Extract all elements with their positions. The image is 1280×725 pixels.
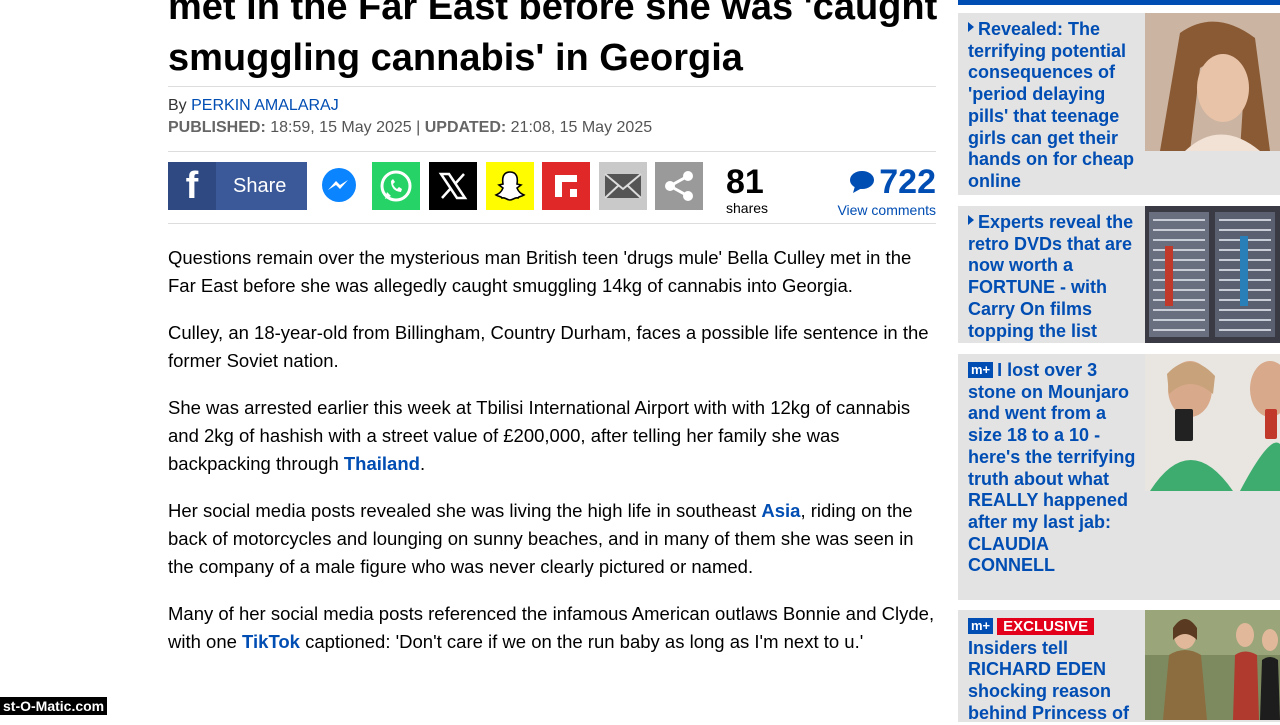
published-value: 18:59, 15 May 2025	[270, 119, 412, 136]
comments-link[interactable]: 722 View comments	[828, 162, 936, 218]
sidebar-item[interactable]: Experts reveal the retro DVDs that are n…	[958, 206, 1280, 343]
comments-count-number: 722	[879, 163, 936, 201]
mail-plus-badge: m+	[968, 618, 994, 634]
asia-link[interactable]: Asia	[761, 500, 800, 521]
paragraph: Many of her social media posts reference…	[168, 600, 938, 656]
byline: By PERKIN AMALARAJ	[168, 97, 339, 115]
sidebar-item-text: Insiders tell RICHARD EDEN shocking reas…	[968, 637, 1130, 723]
paragraph-text: She was arrested earlier this week at Tb…	[168, 397, 911, 474]
sidebar-item-title[interactable]: Experts reveal the retro DVDs that are n…	[968, 212, 1140, 342]
share-count-number: 81	[726, 163, 764, 201]
arrow-icon	[968, 215, 974, 225]
sidebar-item-title[interactable]: m+ I lost over 3 stone on Mounjaro and we…	[968, 360, 1140, 577]
thailand-link[interactable]: Thailand	[344, 453, 420, 474]
author-link[interactable]: PERKIN AMALARAJ	[191, 97, 339, 114]
exclusive-badge: EXCLUSIVE	[997, 618, 1095, 635]
email-icon	[604, 173, 642, 199]
paragraph: Culley, an 18-year-old from Billingham, …	[168, 322, 929, 371]
published-label: PUBLISHED:	[168, 119, 266, 136]
divider	[168, 223, 936, 224]
sidebar-item[interactable]: Revealed: The terrifying potential conse…	[958, 13, 1280, 195]
article-dates: PUBLISHED: 18:59, 15 May 2025 | UPDATED:…	[168, 119, 652, 137]
email-share-button[interactable]	[599, 162, 647, 210]
tiktok-link[interactable]: TikTok	[242, 631, 300, 652]
whatsapp-icon	[380, 170, 412, 202]
sidebar-item-text: Experts reveal the retro DVDs that are n…	[968, 212, 1134, 341]
mail-plus-badge: m+	[968, 362, 994, 378]
paragraph-text: Her social media posts revealed she was …	[168, 500, 762, 521]
sidebar-item[interactable]: m+ I lost over 3 stone on Mounjaro and we…	[958, 354, 1280, 600]
divider	[168, 86, 936, 87]
watermark: st-O-Matic.com	[0, 697, 108, 715]
snapchat-icon	[494, 171, 526, 201]
whatsapp-share-button[interactable]	[372, 162, 420, 210]
share-count-label: shares	[726, 200, 769, 216]
paragraph: She was arrested earlier this week at Tb…	[168, 394, 938, 478]
teen-girl-thumbnail	[1145, 13, 1280, 151]
sidebar-item[interactable]: m+ EXCLUSIVE Insiders tell RICHARD EDEN sh…	[958, 610, 1280, 725]
x-icon	[438, 172, 468, 200]
dvd-stack-thumbnail	[1145, 206, 1280, 343]
sidebar-item-title[interactable]: m+ EXCLUSIVE Insiders tell RICHARD EDEN sh…	[968, 616, 1140, 725]
snapchat-share-button[interactable]	[486, 162, 534, 210]
share-count: 81 shares	[726, 164, 768, 216]
arrow-icon	[968, 22, 974, 32]
messenger-icon	[322, 168, 356, 202]
flipboard-icon	[555, 175, 577, 197]
view-comments-link[interactable]: View comments	[828, 202, 936, 218]
facebook-share-button[interactable]: f Share	[168, 162, 307, 210]
x-share-button[interactable]	[429, 162, 477, 210]
more-share-button[interactable]	[655, 162, 703, 210]
paragraph-text: .	[419, 453, 426, 474]
messenger-share-button[interactable]	[315, 162, 363, 210]
updated-label: UPDATED:	[424, 119, 507, 136]
facebook-share-label: Share	[233, 174, 287, 197]
paragraph: Questions remain over the mysterious man…	[168, 247, 912, 296]
related-articles-sidebar: Revealed: The terrifying potential conse…	[958, 0, 1280, 725]
date-divider: |	[416, 119, 421, 136]
sidebar-top-bar	[958, 0, 1280, 5]
sidebar-item-text: Revealed: The terrifying potential conse…	[968, 19, 1135, 191]
sidebar-item-text: I lost over 3 stone on Mounjaro and went…	[968, 360, 1136, 576]
speech-bubble-icon	[850, 171, 875, 193]
updated-value: 21:08, 15 May 2025	[510, 119, 653, 136]
flipboard-share-button[interactable]	[542, 162, 590, 210]
byline-prefix: By	[168, 97, 187, 114]
divider	[168, 151, 936, 152]
sidebar-item-title[interactable]: Revealed: The terrifying potential conse…	[968, 19, 1140, 193]
paragraph-text: captioned: 'Don't care if we on the run …	[299, 631, 864, 652]
paragraph: Her social media posts revealed she was …	[168, 497, 938, 581]
royals-thumbnail	[1145, 610, 1280, 720]
article-body: Questions remain over the mysterious man…	[168, 244, 938, 675]
facebook-icon: f	[168, 162, 216, 210]
woman-selfie-thumbnail	[1145, 354, 1280, 491]
share-icon	[665, 171, 693, 201]
comments-count: 722	[828, 162, 936, 202]
article-headline: met in the Far East before she was 'caug…	[168, 0, 938, 79]
